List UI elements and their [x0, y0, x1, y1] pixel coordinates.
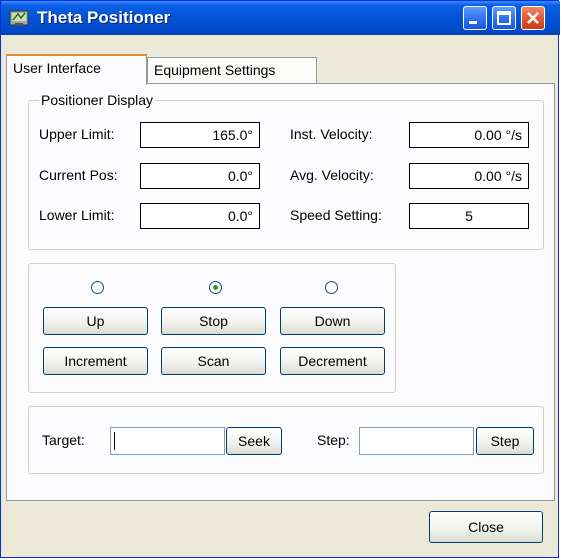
- radio-stop-selected-dot: [213, 285, 218, 290]
- minimize-button[interactable]: [463, 6, 487, 30]
- window-title: Theta Positioner: [37, 8, 171, 27]
- stop-button[interactable]: Stop: [161, 307, 266, 335]
- tab-equipment-settings-label: Equipment Settings: [154, 62, 276, 78]
- down-button[interactable]: Down: [280, 307, 385, 335]
- radio-stop[interactable]: [209, 281, 222, 294]
- current-pos-label: Current Pos:: [39, 167, 118, 183]
- app-icon: [9, 10, 29, 26]
- radio-up[interactable]: [91, 281, 104, 294]
- radio-down[interactable]: [325, 281, 338, 294]
- tab-panel-user-interface: Positioner Display Upper Limit: 165.0° C…: [6, 83, 555, 501]
- target-step-group: Target: Seek Step: Step: [28, 406, 544, 474]
- positioner-display-label: Positioner Display: [39, 92, 156, 108]
- inst-velocity-readout: 0.00 °/s: [409, 122, 529, 148]
- up-button[interactable]: Up: [43, 307, 148, 335]
- text-caret: [114, 432, 115, 450]
- title-bar[interactable]: Theta Positioner: [1, 1, 560, 35]
- lower-limit-readout: 0.0°: [140, 203, 260, 229]
- close-button[interactable]: Close: [429, 511, 543, 543]
- increment-button[interactable]: Increment: [43, 347, 148, 375]
- step-label: Step:: [317, 432, 350, 448]
- avg-velocity-label: Avg. Velocity:: [290, 167, 374, 183]
- positioner-display-group: Positioner Display Upper Limit: 165.0° C…: [28, 92, 544, 250]
- motion-control-group: Up Stop Down Increment Scan Decrement: [28, 263, 396, 393]
- lower-limit-label: Lower Limit:: [39, 207, 115, 223]
- step-button[interactable]: Step: [476, 427, 534, 455]
- close-icon: [527, 12, 539, 24]
- inst-velocity-label: Inst. Velocity:: [290, 126, 373, 142]
- step-input[interactable]: [359, 427, 474, 455]
- tab-user-interface-label: User Interface: [13, 60, 101, 76]
- maximize-button[interactable]: [492, 6, 516, 30]
- upper-limit-label: Upper Limit:: [39, 126, 115, 142]
- speed-setting-label: Speed Setting:: [290, 207, 382, 223]
- target-label: Target:: [42, 432, 85, 448]
- speed-setting-readout: 5: [409, 203, 529, 229]
- close-window-button[interactable]: [521, 6, 545, 30]
- scan-button[interactable]: Scan: [161, 347, 266, 375]
- tab-user-interface[interactable]: User Interface: [6, 54, 147, 85]
- tab-equipment-settings[interactable]: Equipment Settings: [147, 57, 317, 83]
- maximize-icon: [497, 11, 511, 25]
- avg-velocity-readout: 0.00 °/s: [409, 163, 529, 189]
- target-input[interactable]: [110, 427, 225, 455]
- seek-button[interactable]: Seek: [226, 427, 282, 455]
- decrement-button[interactable]: Decrement: [280, 347, 385, 375]
- minimize-icon: [469, 21, 477, 24]
- upper-limit-readout: 165.0°: [140, 122, 260, 148]
- current-pos-readout: 0.0°: [140, 163, 260, 189]
- theta-positioner-window: Theta Positioner User Interface Equipmen…: [0, 0, 560, 558]
